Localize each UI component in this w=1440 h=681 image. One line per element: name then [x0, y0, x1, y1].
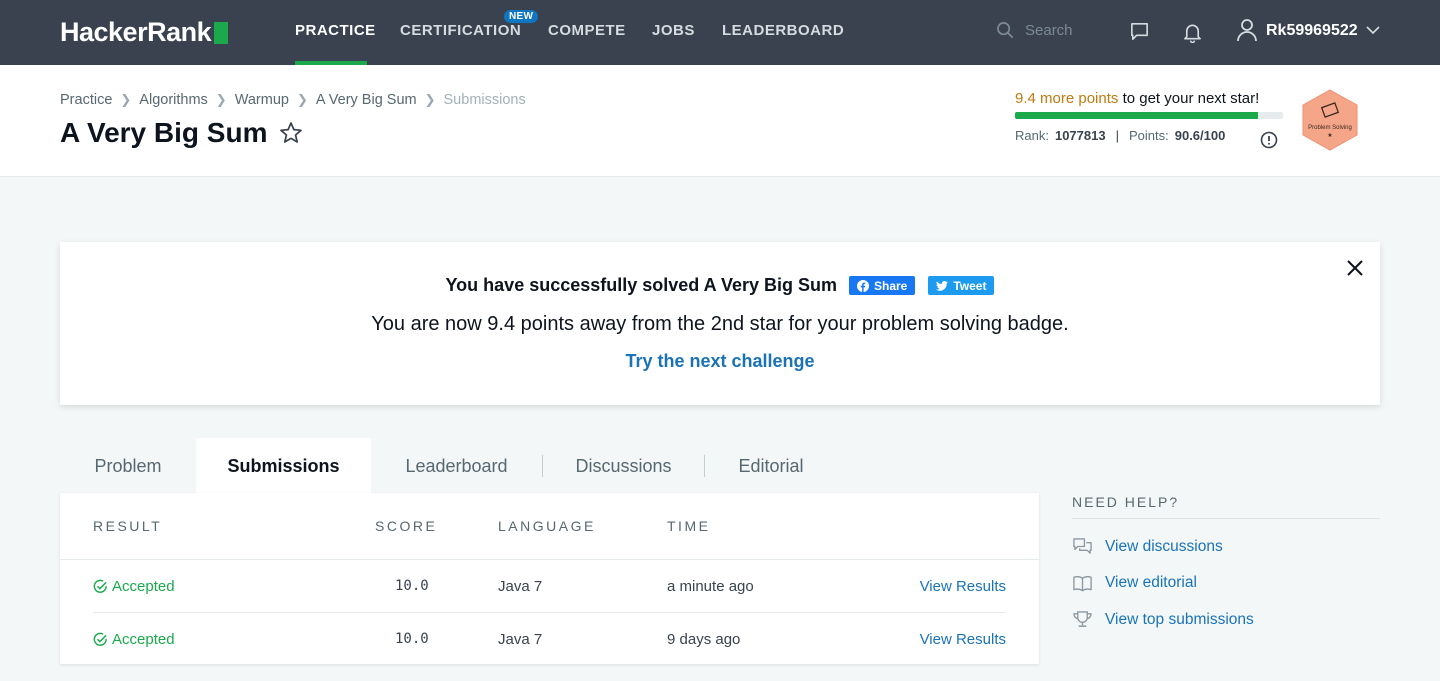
- new-badge: NEW: [504, 10, 539, 23]
- column-header-score: SCORE: [375, 518, 438, 534]
- page-header: Practice ❯ Algorithms ❯ Warmup ❯ A Very …: [0, 65, 1440, 177]
- rank-points-line: Rank: 1077813 | Points: 90.6/100: [1015, 128, 1285, 143]
- facebook-share-label: Share: [874, 278, 908, 293]
- column-header-result: RESULT: [93, 518, 163, 534]
- breadcrumb: Practice ❯ Algorithms ❯ Warmup ❯ A Very …: [60, 92, 526, 108]
- tab-discussions[interactable]: Discussions: [543, 438, 704, 494]
- problem-solving-badge[interactable]: Problem Solving ★: [1301, 89, 1359, 151]
- nav-compete[interactable]: COMPETE: [548, 22, 626, 39]
- breadcrumb-challenge[interactable]: A Very Big Sum: [316, 92, 417, 108]
- next-star-text: 9.4 more points to get your next star!: [1015, 90, 1285, 107]
- next-challenge-row: Try the next challenge: [60, 351, 1380, 372]
- username: Rk59969522: [1266, 21, 1358, 39]
- time-cell: a minute ago: [667, 578, 754, 595]
- tab-leaderboard[interactable]: Leaderboard: [371, 438, 542, 494]
- twitter-tweet-button[interactable]: Tweet: [928, 276, 995, 295]
- twitter-tweet-label: Tweet: [953, 278, 987, 293]
- search-icon: [997, 22, 1014, 39]
- breadcrumb-algorithms[interactable]: Algorithms: [139, 92, 208, 108]
- time-cell: 9 days ago: [667, 631, 741, 648]
- view-top-submissions-link[interactable]: View top submissions: [1072, 610, 1380, 629]
- messages-icon[interactable]: [1129, 21, 1150, 42]
- progress-bar: [1015, 112, 1283, 119]
- user-menu[interactable]: Rk59969522: [1236, 18, 1380, 43]
- view-top-submissions-label: View top submissions: [1105, 610, 1254, 628]
- user-avatar-icon: [1237, 19, 1257, 42]
- book-icon: [1073, 575, 1092, 592]
- tab-submissions[interactable]: Submissions: [196, 438, 371, 494]
- submissions-table: RESULT SCORE LANGUAGE TIME Accepted 10.0…: [60, 493, 1039, 664]
- rank-value: 1077813: [1054, 128, 1106, 143]
- more-points-highlight: 9.4 more points: [1015, 90, 1119, 107]
- rank-label: Rank:: [1015, 128, 1049, 143]
- star-progress: 9.4 more points to get your next star! R…: [1015, 90, 1285, 143]
- table-row: Accepted 10.0 Java 7 9 days ago View Res…: [93, 613, 1006, 666]
- progress-bar-fill: [1015, 112, 1258, 119]
- top-nav: HackerRank PRACTICE CERTIFICATION NEW CO…: [0, 0, 1440, 65]
- logo-text: HackerRank: [60, 17, 212, 47]
- search-placeholder: Search: [1025, 22, 1073, 39]
- view-results-link[interactable]: View Results: [920, 631, 1006, 648]
- score-cell: 10.0: [395, 578, 429, 594]
- result-cell: Accepted: [93, 578, 175, 595]
- logo-mark: [214, 21, 229, 44]
- success-headline-row: You have successfully solved A Very Big …: [60, 275, 1380, 296]
- check-circle-icon: [93, 632, 107, 646]
- check-circle-icon: [93, 579, 107, 593]
- tab-problem[interactable]: Problem: [60, 438, 196, 494]
- language-cell: Java 7: [498, 578, 543, 595]
- success-banner: You have successfully solved A Very Big …: [60, 242, 1380, 405]
- breadcrumb-separator-icon: ❯: [424, 92, 436, 107]
- next-challenge-link[interactable]: Try the next challenge: [625, 351, 814, 371]
- success-message: You are now 9.4 points away from the 2nd…: [371, 313, 1069, 335]
- points-value: 90.6/100: [1174, 128, 1226, 143]
- page-title-text: A Very Big Sum: [60, 117, 268, 148]
- svg-text:★: ★: [1327, 132, 1332, 139]
- language-cell: Java 7: [498, 631, 543, 648]
- close-icon[interactable]: [1345, 258, 1365, 278]
- search-input[interactable]: Search: [996, 21, 1073, 40]
- info-icon[interactable]: [1260, 131, 1278, 149]
- breadcrumb-current: Submissions: [443, 92, 526, 108]
- chevron-down-icon: [1366, 26, 1380, 35]
- bookmark-star-icon[interactable]: [279, 121, 303, 145]
- page-title: A Very Big Sum: [60, 117, 303, 149]
- view-editorial-link[interactable]: View editorial: [1072, 574, 1380, 592]
- facebook-share-button[interactable]: Share: [849, 276, 916, 295]
- column-header-language: LANGUAGE: [498, 518, 596, 534]
- breadcrumb-practice[interactable]: Practice: [60, 92, 112, 108]
- table-row: Accepted 10.0 Java 7 a minute ago View R…: [93, 560, 1006, 613]
- notifications-bell-icon[interactable]: [1182, 21, 1203, 43]
- hackerrank-logo[interactable]: HackerRank: [60, 17, 229, 48]
- score-cell: 10.0: [395, 631, 429, 647]
- discussions-icon: [1073, 538, 1092, 554]
- rank-divider: |: [1115, 128, 1119, 143]
- success-headline: You have successfully solved A Very Big …: [445, 275, 837, 295]
- need-help-panel: NEED HELP? View discussions View editori…: [1072, 494, 1380, 629]
- view-editorial-label: View editorial: [1105, 574, 1197, 591]
- nav-practice[interactable]: PRACTICE: [295, 22, 376, 39]
- result-cell: Accepted: [93, 631, 175, 648]
- nav-certification[interactable]: CERTIFICATION: [400, 22, 521, 39]
- breadcrumb-warmup[interactable]: Warmup: [235, 92, 289, 108]
- badge-label: Problem Solving: [1308, 125, 1352, 131]
- more-points-suffix: to get your next star!: [1122, 90, 1260, 107]
- need-help-title: NEED HELP?: [1072, 494, 1380, 519]
- nav-jobs[interactable]: JOBS: [652, 22, 695, 39]
- facebook-icon: [857, 279, 869, 292]
- points-label: Points:: [1128, 128, 1169, 143]
- nav-leaderboard[interactable]: LEADERBOARD: [722, 22, 844, 39]
- breadcrumb-separator-icon: ❯: [120, 92, 132, 107]
- trophy-icon: [1073, 611, 1092, 627]
- tab-editorial[interactable]: Editorial: [705, 438, 837, 494]
- breadcrumb-separator-icon: ❯: [296, 92, 308, 107]
- twitter-bird-icon: [936, 280, 949, 291]
- view-discussions-label: View discussions: [1105, 537, 1223, 555]
- result-status: Accepted: [112, 578, 175, 595]
- result-status: Accepted: [112, 631, 175, 648]
- view-discussions-link[interactable]: View discussions: [1072, 537, 1380, 556]
- column-header-time: TIME: [667, 518, 711, 534]
- breadcrumb-separator-icon: ❯: [215, 92, 227, 107]
- view-results-link[interactable]: View Results: [920, 578, 1006, 595]
